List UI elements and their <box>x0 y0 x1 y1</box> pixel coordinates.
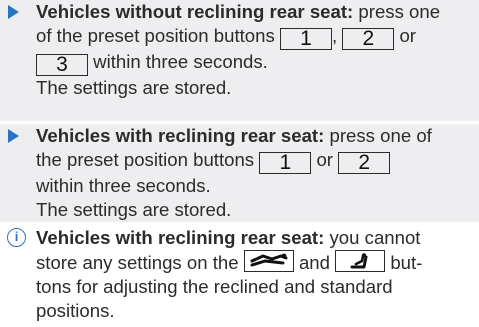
or-text: or <box>399 25 417 46</box>
upright-seat-button-icon <box>335 250 386 272</box>
step-1-result: The settings are stored. <box>36 77 232 98</box>
step-1-instruction: of the preset position buttons <box>36 25 275 46</box>
note-body: store any settings on the <box>36 252 239 273</box>
step-2-instruction: the preset position buttons <box>36 149 255 170</box>
step-arrow-icon <box>8 5 19 19</box>
info-note: i Vehicles with reclining rear seat: you… <box>0 226 479 326</box>
step-1-heading: Vehicles without reclining rear seat: <box>36 1 354 22</box>
step-2-line-2: the preset position buttons 1 or 2 <box>36 148 476 174</box>
note-line-1: Vehicles with reclining rear seat: you c… <box>36 226 476 250</box>
note-line-4: positions. <box>36 300 115 321</box>
step-2-heading: Vehicles with reclining rear seat: <box>36 125 325 146</box>
step-1-intro: press one <box>358 1 441 22</box>
note-text: Vehicles with reclining rear seat: you c… <box>36 226 476 323</box>
and-text: and <box>298 252 330 273</box>
recline-button-icon <box>243 250 294 272</box>
or-text: or <box>316 149 333 170</box>
step-2: Vehicles with reclining rear seat: press… <box>0 124 479 222</box>
step-1-line-3: 3 within three seconds. <box>36 50 476 76</box>
comma-text: , <box>331 25 338 46</box>
step-2-timing: within three seconds. <box>36 175 211 196</box>
step-arrow-icon <box>8 129 19 143</box>
step-1-line-2: of the preset position buttons 1, 2 or <box>36 24 476 50</box>
instruction-page: Vehicles without reclining rear seat: pr… <box>0 0 479 327</box>
note-intro: you cannot <box>329 227 421 248</box>
step-1-text: Vehicles without reclining rear seat: pr… <box>36 0 476 100</box>
step-2-line-1: Vehicles with reclining rear seat: press… <box>36 124 476 148</box>
note-line-2: store any settings on the and but- <box>36 250 476 275</box>
preset-button-1: 1 <box>279 28 332 50</box>
note-line-3: tons for adjusting the reclined and stan… <box>36 276 393 297</box>
step-1: Vehicles without reclining rear seat: pr… <box>0 0 479 121</box>
step-2-intro: press one of <box>329 125 432 146</box>
preset-button-2: 2 <box>338 152 391 174</box>
step-1-timing: within three seconds. <box>93 51 268 72</box>
step-2-text: Vehicles with reclining rear seat: press… <box>36 124 476 222</box>
step-1-line-1: Vehicles without reclining rear seat: pr… <box>36 0 476 24</box>
note-body-end: but- <box>390 252 423 273</box>
info-icon: i <box>7 228 26 247</box>
preset-button-2: 2 <box>342 28 395 50</box>
note-heading: Vehicles with reclining rear seat: <box>36 227 325 248</box>
step-2-result: The settings are stored. <box>36 199 232 220</box>
preset-button-1: 1 <box>259 152 312 174</box>
preset-button-3: 3 <box>36 54 88 76</box>
